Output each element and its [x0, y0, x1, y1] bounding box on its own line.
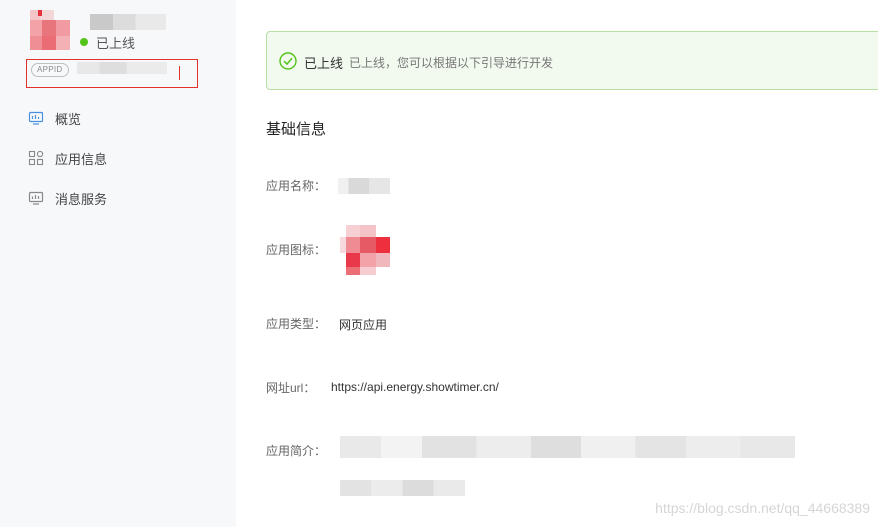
app-icon-image [340, 225, 390, 275]
status-dot [80, 38, 88, 46]
check-circle-icon [279, 52, 297, 70]
banner-title: 已上线 [304, 56, 344, 71]
grid-icon [28, 150, 44, 166]
appid-row[interactable]: APPID [26, 59, 198, 88]
app-name-redacted [90, 14, 166, 30]
url-value: https://api.energy.showtimer.cn/ [331, 380, 499, 394]
sidebar-item-label: 概览 [55, 111, 82, 127]
sidebar-item-label: 消息服务 [55, 191, 108, 207]
sidebar: 已上线 APPID 概览 应用信息 消息服务 [0, 0, 236, 527]
sidebar-item-label: 应用信息 [55, 151, 108, 167]
text-cursor [179, 66, 180, 80]
chart-monitor-icon [28, 191, 44, 205]
intro-line-2-redacted [340, 480, 465, 496]
appid-tag: APPID [31, 63, 69, 77]
appid-value-redacted [77, 62, 167, 74]
status-banner: 已上线 已上线，您可以根据以下引导进行开发 [266, 31, 878, 90]
sidebar-item-message-service[interactable]: 消息服务 [28, 188, 107, 208]
monitor-icon [28, 111, 44, 125]
section-title-basic-info: 基础信息 [266, 121, 327, 138]
sidebar-item-overview[interactable]: 概览 [28, 108, 81, 128]
status-text: 已上线 [96, 35, 136, 51]
app-type-value: 网页应用 [339, 318, 388, 332]
banner-description: 已上线，您可以根据以下引导进行开发 [349, 56, 554, 70]
label-app-icon: 应用图标： [266, 243, 327, 257]
label-intro: 应用简介： [266, 444, 327, 458]
label-app-name: 应用名称： [266, 179, 327, 193]
status-indicator: 已上线 [80, 33, 135, 51]
app-avatar [30, 10, 70, 50]
label-url: 网址url： [266, 381, 316, 395]
sidebar-item-app-info[interactable]: 应用信息 [28, 148, 107, 168]
label-app-type: 应用类型： [266, 317, 327, 331]
watermark: https://blog.csdn.net/qq_44668389 [655, 500, 870, 516]
app-name-value-redacted [338, 178, 390, 194]
intro-line-1-redacted [340, 436, 795, 458]
